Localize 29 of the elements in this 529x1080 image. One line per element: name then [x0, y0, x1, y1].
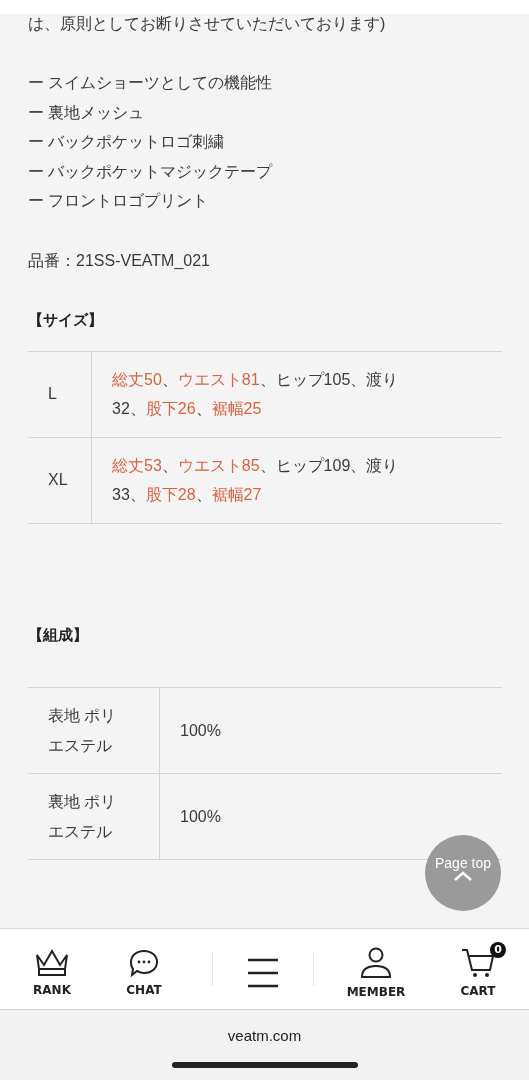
- feature-item: ー バックポケットロゴ刺繍: [28, 132, 226, 152]
- size-cell: L: [28, 351, 92, 437]
- crown-icon: [35, 949, 69, 977]
- product-code: 品番：21SS-VEATM_021: [28, 250, 211, 271]
- nav-button[interactable]: CHAT: [104, 941, 184, 997]
- nav-button[interactable]: RANK: [0, 941, 104, 997]
- section-heading: 【組成】: [28, 624, 89, 645]
- person-icon: [360, 947, 392, 979]
- address-text: veatm.com: [227, 1027, 302, 1044]
- chevron-up-icon: [454, 871, 472, 881]
- material-cell: 裏地 ポリエステル: [28, 774, 160, 859]
- measurement-cell-text: 総丈50、ウエスト81、ヒップ105、渡り32、股下26、裾幅25: [111, 369, 400, 419]
- material-cell: 表地 ポリエステル: [28, 688, 160, 773]
- measurement-cell-text: 総丈53、ウエスト85、ヒップ109、渡り33、股下28、裾幅27: [111, 455, 400, 505]
- feature-item: ー 裏地メッシュ: [28, 102, 146, 123]
- feature-item: ー バックポケットマジックテープ: [28, 161, 274, 182]
- chat-bubble-icon: [129, 949, 159, 977]
- percent-text: 100%: [180, 806, 221, 827]
- feature-item: ー スイムショーツとしての機能性: [28, 73, 274, 93]
- feature-item: ー フロントロゴプリント: [28, 191, 210, 211]
- cart-icon: [461, 948, 495, 978]
- nav-button[interactable]: MEMBER: [316, 939, 436, 999]
- menu-icon: [247, 957, 279, 989]
- section-heading: 【サイズ】: [28, 310, 104, 330]
- percent-text: 100%: [180, 720, 221, 741]
- cart-count-badge: 0: [490, 942, 506, 958]
- nav-button[interactable]: CART 0: [436, 940, 520, 998]
- paragraph-text: は、原則としてお断りさせていただいております): [28, 14, 387, 34]
- size-cell: XL: [28, 437, 92, 523]
